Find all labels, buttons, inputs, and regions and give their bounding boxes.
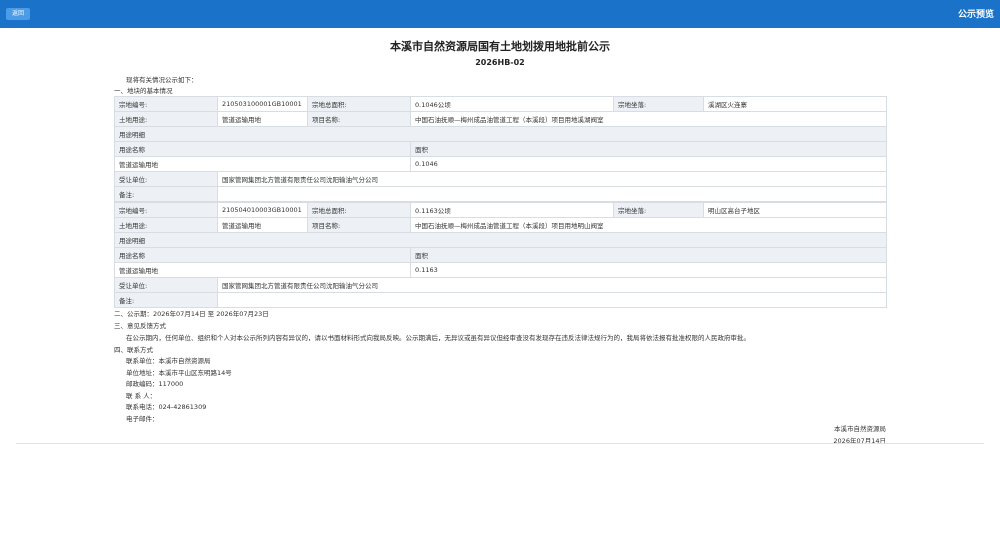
use-name-value: 管道运输用地 xyxy=(114,262,411,278)
land-use-value: 管道运输用地 xyxy=(217,217,308,233)
section-heading-basic-info: 一、地块的基本情况 xyxy=(114,87,173,95)
table-row: 管道运输用地 0.1046 xyxy=(114,156,887,172)
land-use-value: 管道运输用地 xyxy=(217,111,308,127)
project-name-value: 中国石油抚顺—梅州成品油管道工程（本溪段）项目用地明山阀室 xyxy=(410,217,887,233)
use-detail-header: 用途明细 xyxy=(114,126,887,142)
publicity-period: 二、公示期：2026年07月14日 至 2026年07月23日 xyxy=(114,310,269,318)
location-value: 溪湖区火连寨 xyxy=(703,96,887,112)
document-title: 本溪市自然资源局国有土地划拨用地批前公示 xyxy=(390,40,610,53)
section-heading-feedback: 三、意见反馈方式 xyxy=(114,322,166,330)
table-row: 用途明细 xyxy=(114,126,887,142)
project-name-value: 中国石油抚顺—梅州成品油管道工程（本溪段）项目用地溪湖阀室 xyxy=(410,111,887,127)
location-label: 宗地坐落: xyxy=(613,202,704,218)
parcel-table: 宗地编号: 210503100001GB10001 宗地总面积: 0.1046公… xyxy=(114,96,887,202)
contact-email: 电子邮件： xyxy=(126,415,159,423)
use-name-value: 管道运输用地 xyxy=(114,156,411,172)
contact-person: 联 系 人： xyxy=(126,392,157,400)
parcel-no-value: 210503100001GB10001 xyxy=(217,96,308,112)
remarks-label: 备注: xyxy=(114,292,218,308)
contact-unit: 联系单位：本溪市自然资源局 xyxy=(126,357,211,365)
parcel-no-value: 210504010003GB10001 xyxy=(217,202,308,218)
document-number: 2026HB-02 xyxy=(475,58,525,67)
table-row: 土地用途: 管道运输用地 项目名称: 中国石油抚顺—梅州成品油管道工程（本溪段）… xyxy=(114,111,887,127)
assignee-value: 国家管网集团北方管道有限责任公司沈阳输油气分公司 xyxy=(217,171,887,187)
total-area-value: 0.1046公顷 xyxy=(410,96,614,112)
land-use-label: 土地用途: xyxy=(114,217,218,233)
remarks-value xyxy=(217,292,887,308)
contact-postcode: 邮政编码：117000 xyxy=(126,380,184,388)
area-header: 面积 xyxy=(410,141,887,157)
table-row: 受让单位: 国家管网集团北方管道有限责任公司沈阳输油气分公司 xyxy=(114,277,887,293)
use-area-value: 0.1046 xyxy=(410,156,887,172)
use-detail-header: 用途明细 xyxy=(114,232,887,248)
contact-address: 单位地址：本溪市平山区东明路14号 xyxy=(126,369,232,377)
table-row: 用途名称 面积 xyxy=(114,247,887,263)
assignee-label: 受让单位: xyxy=(114,277,218,293)
use-name-header: 用途名称 xyxy=(114,141,411,157)
assignee-label: 受让单位: xyxy=(114,171,218,187)
signature-org: 本溪市自然资源局 xyxy=(834,425,886,433)
table-row: 土地用途: 管道运输用地 项目名称: 中国石油抚顺—梅州成品油管道工程（本溪段）… xyxy=(114,217,887,233)
parcel-no-label: 宗地编号: xyxy=(114,202,218,218)
table-row: 用途明细 xyxy=(114,232,887,248)
table-row: 受让单位: 国家管网集团北方管道有限责任公司沈阳输油气分公司 xyxy=(114,171,887,187)
area-header: 面积 xyxy=(410,247,887,263)
table-row: 用途名称 面积 xyxy=(114,141,887,157)
table-row: 宗地编号: 210504010003GB10001 宗地总面积: 0.1163公… xyxy=(114,202,887,218)
assignee-value: 国家管网集团北方管道有限责任公司沈阳输油气分公司 xyxy=(217,277,887,293)
total-area-label: 宗地总面积: xyxy=(307,96,411,112)
intro-text: 现将有关情况公示如下： xyxy=(126,76,198,84)
table-row: 备注: xyxy=(114,186,887,202)
feedback-text: 在公示期内，任何单位、组织和个人对本公示所列内容有异议的，请以书面材料形式向我局… xyxy=(126,334,750,342)
location-label: 宗地坐落: xyxy=(613,96,704,112)
remarks-label: 备注: xyxy=(114,186,218,202)
contact-phone: 联系电话：024-42861309 xyxy=(126,403,207,411)
top-bar: 返回 公示预览 xyxy=(0,0,1000,28)
remarks-value xyxy=(217,186,887,202)
table-row: 宗地编号: 210503100001GB10001 宗地总面积: 0.1046公… xyxy=(114,96,887,112)
table-row: 备注: xyxy=(114,292,887,308)
section-heading-contact: 四、联系方式 xyxy=(114,346,153,354)
total-area-label: 宗地总面积: xyxy=(307,202,411,218)
parcel-no-label: 宗地编号: xyxy=(114,96,218,112)
project-name-label: 项目名称: xyxy=(307,217,411,233)
page-header-title: 公示预览 xyxy=(957,10,994,20)
table-row: 管道运输用地 0.1163 xyxy=(114,262,887,278)
land-use-label: 土地用途: xyxy=(114,111,218,127)
total-area-value: 0.1163公顷 xyxy=(410,202,614,218)
back-button[interactable]: 返回 xyxy=(6,8,31,20)
use-name-header: 用途名称 xyxy=(114,247,411,263)
location-value: 明山区高台子地区 xyxy=(703,202,887,218)
project-name-label: 项目名称: xyxy=(307,111,411,127)
use-area-value: 0.1163 xyxy=(410,262,887,278)
parcel-table: 宗地编号: 210504010003GB10001 宗地总面积: 0.1163公… xyxy=(114,202,887,308)
divider xyxy=(16,443,984,444)
